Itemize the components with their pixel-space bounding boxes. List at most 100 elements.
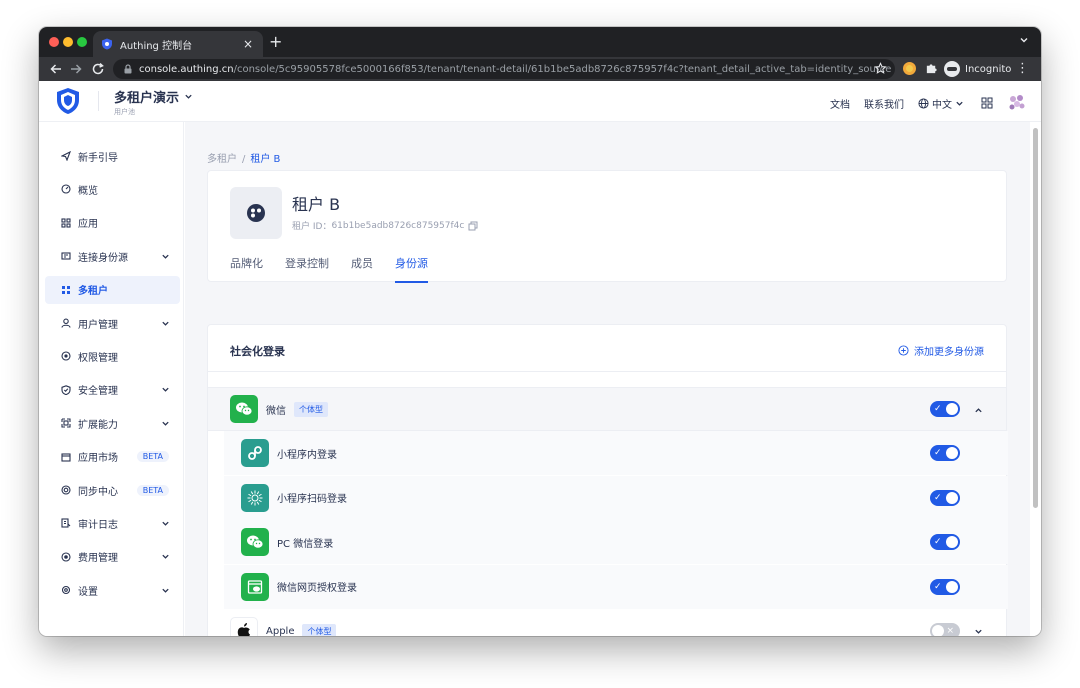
provider-row[interactable]: 微信 个体型 ✓ [208, 387, 1006, 431]
browser-tab[interactable]: Authing 控制台 × [93, 31, 263, 57]
sidebar-item-label: 权限管理 [78, 352, 118, 364]
sidebar-item-7[interactable]: 安全管理 [45, 376, 180, 404]
check-icon: ✓ [934, 404, 942, 414]
bookmark-star-icon[interactable] [874, 62, 887, 75]
app-header: 多租户演示 用户池 文档 联系我们 中文 [39, 81, 1041, 122]
extension-circle-icon[interactable] [903, 62, 916, 75]
sidebar-item-6[interactable]: 权限管理 [45, 342, 180, 370]
authing-favicon-icon [102, 38, 112, 50]
toggle-knob [946, 536, 958, 548]
sub-provider-row[interactable]: 小程序内登录 ✓ [224, 431, 1008, 475]
window-close-button[interactable] [49, 37, 59, 47]
sub-provider-row[interactable]: 小程序扫码登录 ✓ [224, 475, 1008, 520]
cross-icon: × [946, 626, 954, 636]
tab-search-chevron-icon[interactable] [1019, 35, 1029, 45]
sub-provider-row[interactable]: 微信网页授权登录 ✓ [224, 564, 1008, 609]
sidebar-item-0[interactable]: 新手引导 [45, 142, 180, 170]
gear-icon [61, 586, 71, 595]
send-icon [61, 151, 71, 161]
docs-link[interactable]: 文档 [830, 96, 850, 111]
add-identity-source-button[interactable]: 添加更多身份源 [898, 343, 984, 358]
sub-provider-name: PC 微信登录 [277, 538, 334, 550]
language-switcher[interactable]: 中文 [918, 96, 967, 111]
sidebar-item-label: 设置 [78, 586, 98, 598]
tenant-id-value: 61b1be5adb8726c875957f4c [331, 220, 465, 231]
sidebar-item-3[interactable]: 连接身份源 [45, 242, 180, 270]
browser-menu-icon[interactable]: ⋮ [1016, 62, 1029, 75]
scrollbar-thumb[interactable] [1033, 128, 1038, 508]
toggle-knob [946, 403, 958, 415]
enable-toggle[interactable]: ✓ [930, 489, 960, 506]
user-avatar[interactable] [1007, 93, 1027, 113]
chevron-down-icon[interactable] [161, 419, 170, 428]
chevron-down-icon[interactable] [161, 552, 170, 561]
new-tab-icon[interactable]: + [269, 33, 282, 51]
provider-row[interactable]: Apple 个体型 × [208, 609, 1006, 636]
chevron-down-icon [185, 94, 192, 99]
beta-badge: BETA [136, 484, 169, 496]
tenant-avatar [230, 187, 282, 239]
sidebar-item-label: 应用 [78, 219, 98, 231]
tenant-tab-0[interactable]: 品牌化 [230, 255, 263, 283]
chevron-down-icon[interactable] [161, 385, 170, 394]
puzzle-extension-icon[interactable] [925, 62, 938, 75]
user-pool-subtitle: 用户池 [114, 108, 135, 116]
address-bar[interactable]: console.authing.cn/console/5c95905578fce… [113, 59, 895, 79]
enable-toggle[interactable]: × [930, 623, 960, 636]
sidebar-item-1[interactable]: 概览 [45, 175, 180, 203]
sidebar-item-2[interactable]: 应用 [45, 209, 180, 237]
sidebar-item-label: 用户管理 [78, 319, 118, 331]
tenant-tab-1[interactable]: 登录控制 [285, 255, 329, 283]
permission-icon [61, 351, 71, 361]
tab-close-icon[interactable]: × [241, 37, 255, 51]
enable-toggle[interactable]: ✓ [930, 578, 960, 595]
chevron-down-icon [956, 101, 963, 106]
store-icon [61, 453, 71, 462]
incognito-label: Incognito [965, 63, 1012, 75]
enable-toggle[interactable]: ✓ [930, 445, 960, 461]
forward-arrow-icon[interactable] [69, 62, 83, 76]
window-minimize-button[interactable] [63, 37, 73, 47]
reload-icon[interactable] [91, 62, 105, 76]
sidebar-item-10[interactable]: 同步中心 BETA [45, 476, 180, 504]
header-divider [98, 91, 99, 111]
back-arrow-icon[interactable] [49, 62, 63, 76]
authing-logo-icon[interactable] [55, 87, 81, 115]
enable-toggle[interactable]: ✓ [930, 401, 960, 417]
miniprogram-icon [241, 439, 269, 467]
sidebar-item-label: 概览 [78, 185, 98, 197]
app-grid-icon[interactable] [981, 97, 993, 109]
sub-provider-row[interactable]: PC 微信登录 ✓ [224, 520, 1008, 564]
beta-badge: BETA [136, 451, 169, 463]
sidebar-item-11[interactable]: 审计日志 [45, 509, 180, 537]
copy-icon[interactable] [468, 221, 478, 231]
sidebar-item-12[interactable]: 费用管理 [45, 543, 180, 571]
provider-name: 微信 [266, 405, 286, 417]
sidebar-item-label: 连接身份源 [78, 252, 128, 264]
chevron-down-icon[interactable] [974, 627, 983, 636]
chevron-up-icon[interactable] [974, 406, 983, 415]
window-zoom-button[interactable] [77, 37, 87, 47]
chevron-down-icon[interactable] [161, 586, 170, 595]
toggle-knob [946, 447, 958, 459]
contact-link[interactable]: 联系我们 [864, 96, 904, 111]
user-pool-switcher[interactable]: 多租户演示 [114, 87, 193, 106]
provider-type-tag: 个体型 [302, 623, 337, 636]
breadcrumb-root[interactable]: 多租户 [207, 154, 237, 165]
sidebar-item-8[interactable]: 扩展能力 [45, 409, 180, 437]
chevron-down-icon[interactable] [161, 252, 170, 261]
chevron-down-icon[interactable] [161, 519, 170, 528]
scrollbar[interactable] [1030, 122, 1041, 636]
chevron-down-icon[interactable] [161, 319, 170, 328]
sidebar-item-9[interactable]: 应用市场 BETA [45, 443, 180, 471]
apple-icon [230, 617, 258, 636]
incognito-badge[interactable]: Incognito [944, 60, 1011, 78]
language-label: 中文 [932, 99, 952, 111]
sidebar-item-4[interactable]: 多租户 [45, 275, 180, 304]
tenant-name: 租户 B [292, 195, 341, 214]
sidebar-item-5[interactable]: 用户管理 [45, 309, 180, 337]
tenant-tab-2[interactable]: 成员 [351, 255, 373, 283]
enable-toggle[interactable]: ✓ [930, 534, 960, 550]
tenant-tab-3[interactable]: 身份源 [395, 255, 428, 283]
sidebar-item-13[interactable]: 设置 [45, 576, 180, 604]
